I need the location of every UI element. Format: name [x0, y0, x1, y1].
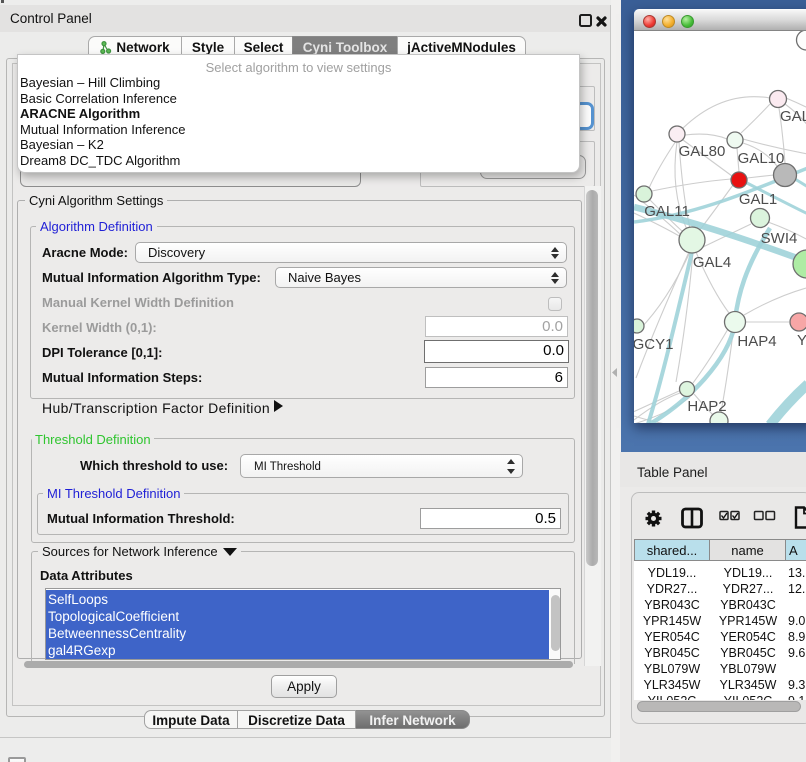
- svg-text:HAP4: HAP4: [737, 333, 776, 350]
- svg-text:GAL80: GAL80: [679, 143, 726, 160]
- svg-text:HAP2: HAP2: [687, 398, 726, 415]
- svg-text:GAL1: GAL1: [739, 191, 777, 208]
- svg-text:GAL4: GAL4: [693, 254, 731, 271]
- svg-text:YP: YP: [797, 332, 806, 349]
- svg-text:GAL10: GAL10: [738, 150, 785, 167]
- svg-text:SWI4: SWI4: [761, 230, 798, 247]
- svg-text:GCY1: GCY1: [634, 336, 673, 353]
- svg-text:GAL2: GAL2: [780, 108, 806, 125]
- svg-text:GAL11: GAL11: [644, 203, 690, 220]
